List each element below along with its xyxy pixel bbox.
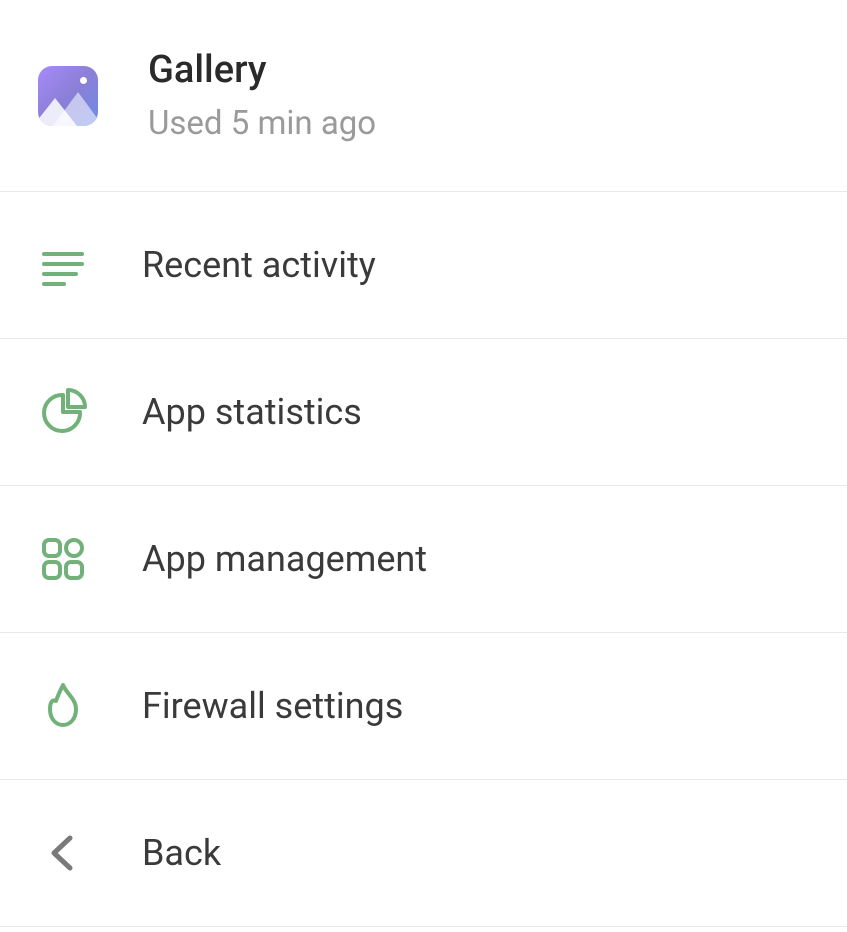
menu-label: App management <box>142 538 427 580</box>
grid-icon <box>38 534 88 584</box>
lines-icon <box>38 240 88 290</box>
menu-label: Back <box>142 832 221 874</box>
menu-item-back[interactable]: Back <box>0 780 847 927</box>
app-name: Gallery <box>148 48 376 94</box>
app-header: Gallery Used 5 min ago <box>0 0 847 192</box>
menu-label: Recent activity <box>142 244 376 286</box>
menu-item-firewall-settings[interactable]: Firewall settings <box>0 633 847 780</box>
chevron-left-icon <box>38 828 88 878</box>
pie-chart-icon <box>38 387 88 437</box>
menu-item-recent-activity[interactable]: Recent activity <box>0 192 847 339</box>
menu-item-app-statistics[interactable]: App statistics <box>0 339 847 486</box>
flame-icon <box>38 681 88 731</box>
menu-label: App statistics <box>142 391 362 433</box>
menu-item-app-management[interactable]: App management <box>0 486 847 633</box>
menu-label: Firewall settings <box>142 685 403 727</box>
app-header-text: Gallery Used 5 min ago <box>148 48 376 143</box>
gallery-app-icon <box>38 66 98 126</box>
app-usage-subtitle: Used 5 min ago <box>148 104 376 144</box>
